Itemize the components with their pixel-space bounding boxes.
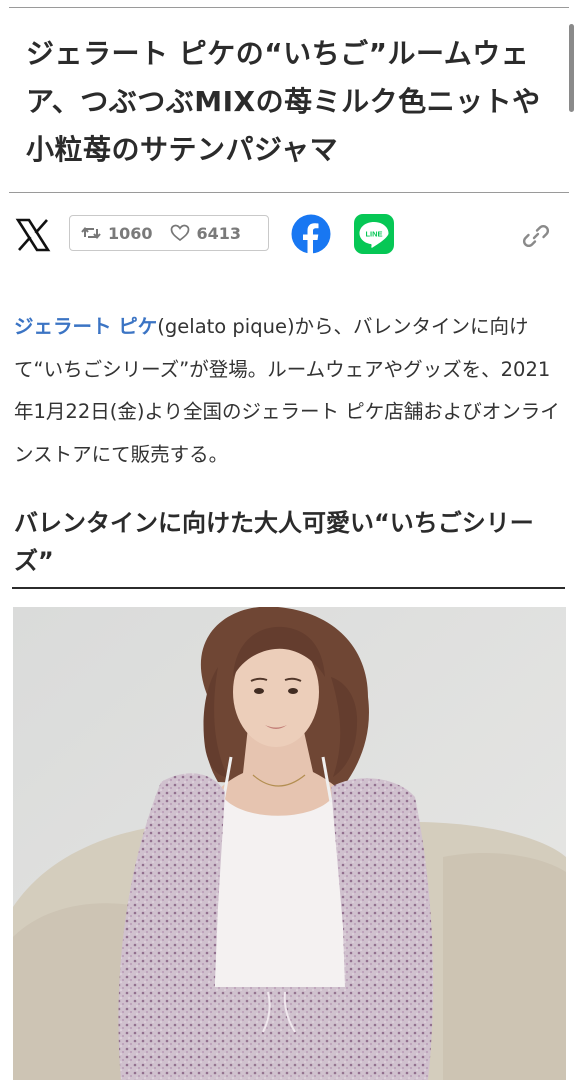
x-logo-icon[interactable] <box>14 216 52 254</box>
scrollbar[interactable] <box>569 24 574 112</box>
heart-icon <box>169 222 191 244</box>
facebook-icon[interactable] <box>291 214 331 254</box>
article-title: ジェラート ピケの“いちご”ルームウェア、つぶつぶMIXの苺ミルク色ニットや小粒… <box>26 37 541 166</box>
top-divider <box>9 7 569 8</box>
share-bar: 1060 6413 LINE <box>0 212 578 258</box>
share-counter[interactable]: 1060 6413 <box>69 215 269 251</box>
like-count: 6413 <box>196 223 242 243</box>
brand-link[interactable]: ジェラート ピケ <box>14 315 157 338</box>
section-heading-underline <box>12 587 565 589</box>
title-divider <box>9 192 569 193</box>
retweet-count: 1060 <box>108 223 153 243</box>
article-photo <box>13 607 566 1080</box>
line-icon[interactable]: LINE <box>354 214 394 254</box>
lead-paragraph: ジェラート ピケ(gelato pique)から、バレンタインに向けて“いちごシ… <box>14 306 566 476</box>
retweet-icon <box>80 222 102 244</box>
line-label: LINE <box>365 230 382 239</box>
section-heading: バレンタインに向けた大人可愛い“いちごシリーズ” <box>14 509 534 575</box>
link-icon[interactable] <box>520 220 552 252</box>
